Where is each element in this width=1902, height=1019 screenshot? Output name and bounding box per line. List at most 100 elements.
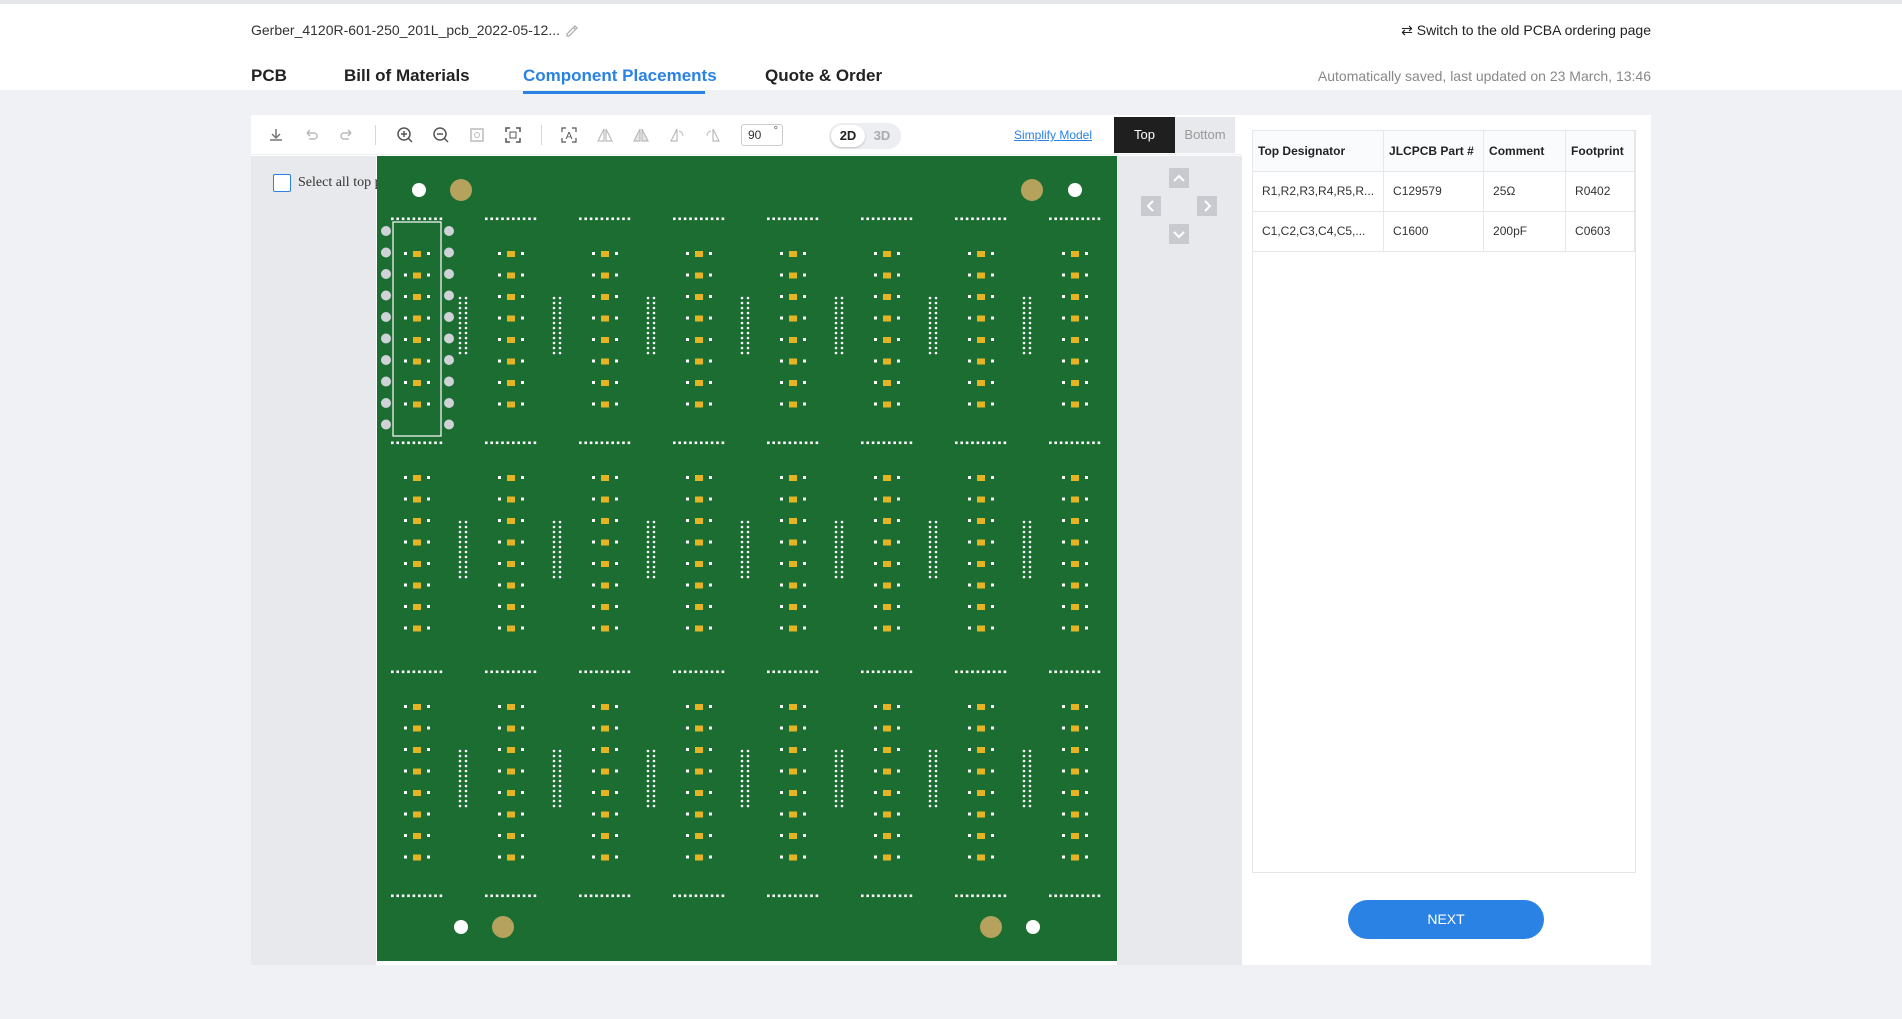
solder-pad: [686, 359, 689, 363]
header-pin: [611, 670, 614, 674]
solder-pad: [427, 381, 430, 384]
solder-pad: [1062, 273, 1065, 277]
header-pin: [794, 441, 797, 445]
header-pin: [495, 441, 499, 445]
tab-quote-order[interactable]: Quote & Order: [765, 66, 882, 86]
via-dot: [934, 321, 938, 325]
rotation-angle-input[interactable]: 90 °: [741, 124, 783, 146]
tab-pcb[interactable]: PCB: [251, 66, 287, 86]
component-pad: [601, 561, 609, 567]
via-dot: [464, 764, 468, 768]
solder-pad: [592, 626, 595, 630]
solder-pad: [498, 605, 501, 608]
tab-bill-of-materials[interactable]: Bill of Materials: [344, 66, 470, 86]
via-dot: [840, 784, 844, 788]
component-pad: [507, 747, 515, 753]
via-dot: [558, 331, 562, 335]
via-dot: [464, 301, 468, 305]
component-pad: [413, 768, 421, 775]
solder-pad: [686, 402, 689, 406]
switch-old-page-link[interactable]: ⇄ Switch to the old PCBA ordering page: [1401, 22, 1651, 39]
solder-pad: [1062, 402, 1065, 406]
via-dot: [652, 555, 656, 559]
solder-pad: [874, 626, 877, 630]
zoom-out-icon[interactable]: [431, 125, 451, 145]
via-dot: [458, 749, 462, 753]
mounting-pin: [444, 398, 454, 408]
solder-pad: [709, 791, 712, 794]
header-pin: [490, 894, 493, 898]
select-all-checkbox[interactable]: [273, 174, 291, 192]
via-dot: [840, 759, 844, 763]
via-dot: [558, 346, 562, 350]
component-pad: [1071, 315, 1079, 322]
side-bottom-button[interactable]: Bottom: [1175, 117, 1235, 153]
pcb-board-view[interactable]: [377, 156, 1117, 961]
redo-icon[interactable]: [337, 125, 357, 145]
solder-pad: [991, 273, 994, 277]
via-dot: [834, 575, 838, 579]
via-dot: [652, 346, 656, 350]
via-dot: [464, 570, 468, 574]
header-pin: [616, 441, 620, 445]
via-dot: [1028, 520, 1032, 524]
pan-up-icon[interactable]: [1169, 168, 1189, 188]
solder-pad: [498, 476, 501, 479]
simplify-model-link[interactable]: Simplify Model: [1014, 128, 1092, 142]
via-dot: [552, 530, 556, 534]
flip-h-icon[interactable]: [595, 125, 615, 145]
via-dot: [840, 769, 844, 773]
solder-pad: [991, 812, 994, 816]
solder-pad: [803, 338, 806, 341]
flip-v-icon[interactable]: [631, 125, 651, 145]
pan-left-icon[interactable]: [1141, 196, 1161, 216]
component-pad: [507, 811, 515, 818]
column-header-top-designator[interactable]: Top Designator: [1253, 131, 1385, 172]
via-dot: [652, 540, 656, 544]
zoom-in-icon[interactable]: [395, 125, 415, 145]
component-pad: [413, 272, 421, 279]
via-dot: [1022, 575, 1026, 579]
via-dot: [552, 779, 556, 783]
via-dot: [552, 321, 556, 325]
via-dot: [464, 535, 468, 539]
column-header-comment[interactable]: Comment: [1483, 131, 1567, 172]
table-header-row: Top Designator JLCPCB Part # Comment Foo…: [1253, 131, 1635, 172]
component-pad: [601, 251, 609, 257]
column-header-footprint[interactable]: Footprint: [1565, 131, 1635, 172]
solder-pad: [803, 381, 806, 384]
frame-icon[interactable]: [503, 125, 523, 145]
undo-icon[interactable]: [301, 125, 321, 145]
header-pin: [595, 217, 598, 221]
tab-component-placements[interactable]: Component Placements: [523, 66, 717, 86]
via-dot: [646, 799, 650, 803]
header-pin: [533, 217, 537, 221]
solder-pad: [968, 252, 971, 255]
via-dot: [464, 769, 468, 773]
next-button[interactable]: NEXT: [1348, 900, 1544, 939]
text-icon[interactable]: A: [559, 125, 579, 145]
view-2d-button[interactable]: 2D: [831, 125, 865, 147]
download-icon[interactable]: [266, 125, 286, 145]
fit-icon[interactable]: [467, 125, 487, 145]
view-3d-button[interactable]: 3D: [865, 125, 899, 147]
header-pin: [391, 670, 394, 674]
header-pin: [391, 217, 394, 221]
rotate-left-icon[interactable]: [667, 125, 687, 145]
column-header-jlcpcb-part[interactable]: JLCPCB Part #: [1383, 131, 1485, 172]
component-pad: [883, 625, 891, 632]
side-top-button[interactable]: Top: [1114, 117, 1175, 153]
pan-down-icon[interactable]: [1169, 224, 1189, 244]
via-dot: [646, 545, 650, 549]
table-row[interactable]: R1,R2,R3,R4,R5,R... C129579 25Ω R0402: [1253, 171, 1635, 212]
header-pin: [815, 217, 819, 221]
via-dot: [840, 296, 844, 300]
pan-right-icon[interactable]: [1197, 196, 1217, 216]
fiducial-mark: [492, 916, 514, 938]
mounting-pin: [381, 269, 391, 279]
table-row[interactable]: C1,C2,C3,C4,C5,... C1600 200pF C0603: [1253, 211, 1635, 252]
edit-icon[interactable]: [564, 22, 580, 38]
rotate-right-icon[interactable]: [703, 125, 723, 145]
via-dot: [1022, 759, 1026, 763]
solder-pad: [427, 316, 430, 320]
